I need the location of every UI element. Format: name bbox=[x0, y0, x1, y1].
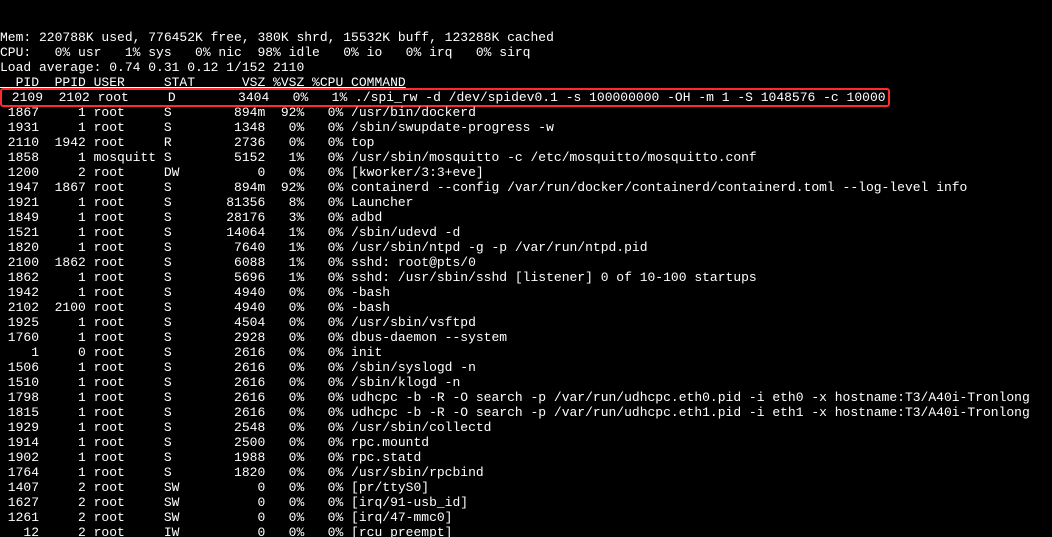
process-row: 1820 1 root S 7640 1% 0% /usr/sbin/ntpd … bbox=[0, 240, 1052, 255]
process-row: 1764 1 root S 1820 0% 0% /usr/sbin/rpcbi… bbox=[0, 465, 1052, 480]
process-row: 1407 2 root SW 0 0% 0% [pr/ttyS0] bbox=[0, 480, 1052, 495]
process-row: 2102 2100 root S 4940 0% 0% -bash bbox=[0, 300, 1052, 315]
process-row: 1925 1 root S 4504 0% 0% /usr/sbin/vsftp… bbox=[0, 315, 1052, 330]
process-row: 1627 2 root SW 0 0% 0% [irq/91-usb_id] bbox=[0, 495, 1052, 510]
process-row: 1506 1 root S 2616 0% 0% /sbin/syslogd -… bbox=[0, 360, 1052, 375]
process-row: 1921 1 root S 81356 8% 0% Launcher bbox=[0, 195, 1052, 210]
process-row: 1261 2 root SW 0 0% 0% [irq/47-mmc0] bbox=[0, 510, 1052, 525]
process-row: 1862 1 root S 5696 1% 0% sshd: /usr/sbin… bbox=[0, 270, 1052, 285]
load-line: Load average: 0.74 0.31 0.12 1/152 2110 bbox=[0, 60, 1052, 75]
process-row: 1200 2 root DW 0 0% 0% [kworker/3:3+eve] bbox=[0, 165, 1052, 180]
process-row: 1902 1 root S 1988 0% 0% rpc.statd bbox=[0, 450, 1052, 465]
mem-line: Mem: 220788K used, 776452K free, 380K sh… bbox=[0, 30, 1052, 45]
process-row: 1942 1 root S 4940 0% 0% -bash bbox=[0, 285, 1052, 300]
process-row: 1510 1 root S 2616 0% 0% /sbin/klogd -n bbox=[0, 375, 1052, 390]
process-row: 1760 1 root S 2928 0% 0% dbus-daemon --s… bbox=[0, 330, 1052, 345]
process-row: 1798 1 root S 2616 0% 0% udhcpc -b -R -O… bbox=[0, 390, 1052, 405]
process-row: 1929 1 root S 2548 0% 0% /usr/sbin/colle… bbox=[0, 420, 1052, 435]
process-row: 1815 1 root S 2616 0% 0% udhcpc -b -R -O… bbox=[0, 405, 1052, 420]
process-row-highlighted: 2109 2102 root D 3404 0% 1% ./spi_rw -d … bbox=[0, 90, 1052, 105]
process-row: 1521 1 root S 14064 1% 0% /sbin/udevd -d bbox=[0, 225, 1052, 240]
process-row: 1858 1 mosquitt S 5152 1% 0% /usr/sbin/m… bbox=[0, 150, 1052, 165]
process-row: 1867 1 root S 894m 92% 0% /usr/bin/docke… bbox=[0, 105, 1052, 120]
process-row: 1849 1 root S 28176 3% 0% adbd bbox=[0, 210, 1052, 225]
process-row: 1914 1 root S 2500 0% 0% rpc.mountd bbox=[0, 435, 1052, 450]
cpu-line: CPU: 0% usr 1% sys 0% nic 98% idle 0% io… bbox=[0, 45, 1052, 60]
process-row: 1 0 root S 2616 0% 0% init bbox=[0, 345, 1052, 360]
process-row: 1947 1867 root S 894m 92% 0% containerd … bbox=[0, 180, 1052, 195]
process-row: 12 2 root IW 0 0% 0% [rcu_preempt] bbox=[0, 525, 1052, 537]
process-row: 2100 1862 root S 6088 1% 0% sshd: root@p… bbox=[0, 255, 1052, 270]
process-row: 2110 1942 root R 2736 0% 0% top bbox=[0, 135, 1052, 150]
process-row: 1931 1 root S 1348 0% 0% /sbin/swupdate-… bbox=[0, 120, 1052, 135]
